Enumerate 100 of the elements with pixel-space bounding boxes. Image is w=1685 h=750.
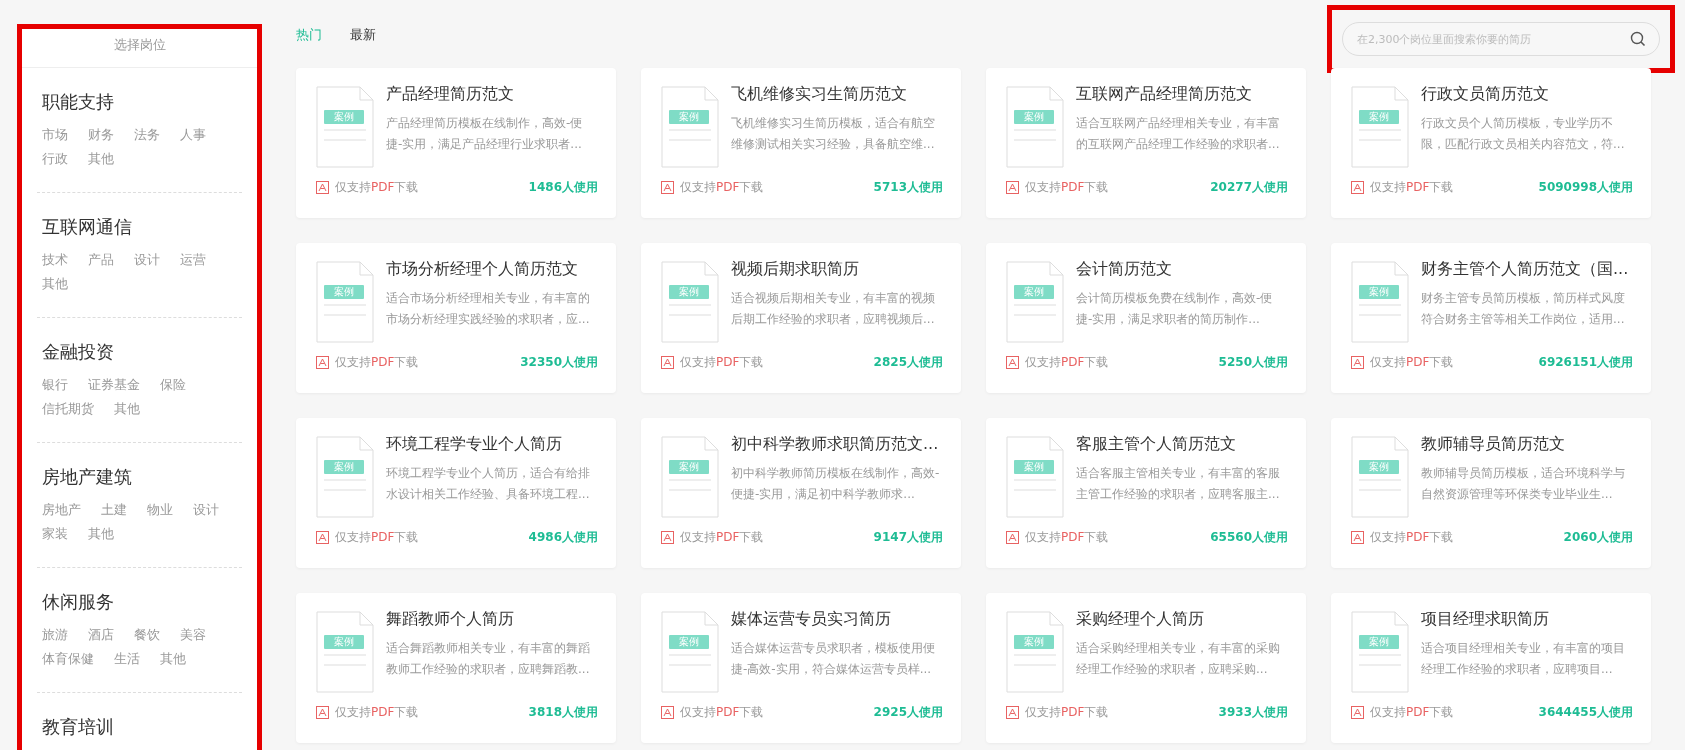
usage-count: 2060人使用 xyxy=(1563,529,1633,546)
download-note: 仅支持PDF下载 xyxy=(1025,704,1109,721)
resume-card[interactable]: 案例 舞蹈教师个人简历 适合舞蹈教师相关专业，有丰富的舞蹈教师工作经验的求职者，应聘舞蹈教... 仅支持PDF下载 3818人使用 xyxy=(296,593,616,743)
category-heading[interactable]: 休闲服务 xyxy=(42,590,242,614)
usage-count: 6926151人使用 xyxy=(1538,354,1633,371)
document-thumbnail: 案例 xyxy=(316,436,374,518)
download-note: 仅支持PDF下载 xyxy=(1025,354,1109,371)
usage-count: 3644455人使用 xyxy=(1538,704,1633,721)
card-title[interactable]: 采购经理个人简历 xyxy=(1076,609,1286,630)
resume-card[interactable]: 案例 行政文员简历范文 行政文员个人简历模板，专业学历不限，匹配行政文员相关内容范文，符... 仅支持PDF下载 5090998人使用 xyxy=(1331,68,1651,218)
card-description: 适合客服主管相关专业，有丰富的客服主管工作经验的求职者，应聘客服主... xyxy=(1076,465,1281,503)
download-note: 仅支持PDF下载 xyxy=(1370,529,1454,546)
resume-card[interactable]: 案例 客服主管个人简历范文 适合客服主管相关专业，有丰富的客服主管工作经验的求职者，应聘客服主... 仅支持PDF下载 65560人使用 xyxy=(986,418,1306,568)
document-thumbnail: 案例 xyxy=(1351,611,1409,693)
download-note: 仅支持PDF下载 xyxy=(1025,529,1109,546)
usage-count: 20277人使用 xyxy=(1210,179,1288,196)
card-title[interactable]: 财务主管个人简历范文（国... xyxy=(1421,259,1631,280)
usage-count: 5713人使用 xyxy=(873,179,943,196)
pdf-icon xyxy=(316,706,329,719)
document-thumbnail: 案例 xyxy=(661,86,719,168)
usage-count: 5090998人使用 xyxy=(1538,179,1633,196)
document-thumbnail: 案例 xyxy=(1006,611,1064,693)
document-thumbnail: 案例 xyxy=(661,261,719,343)
download-note: 仅支持PDF下载 xyxy=(1370,354,1454,371)
card-title[interactable]: 项目经理求职简历 xyxy=(1421,609,1631,630)
download-note: 仅支持PDF下载 xyxy=(1370,179,1454,196)
card-title[interactable]: 行政文员简历范文 xyxy=(1421,84,1631,105)
document-thumbnail: 案例 xyxy=(661,436,719,518)
usage-count: 3933人使用 xyxy=(1218,704,1288,721)
document-thumbnail: 案例 xyxy=(661,611,719,693)
card-title[interactable]: 市场分析经理个人简历范文 xyxy=(386,259,596,280)
download-note: 仅支持PDF下载 xyxy=(335,354,419,371)
pdf-icon xyxy=(661,181,674,194)
pdf-icon xyxy=(661,706,674,719)
document-thumbnail: 案例 xyxy=(1006,436,1064,518)
card-title[interactable]: 产品经理简历范文 xyxy=(386,84,596,105)
usage-count: 2925人使用 xyxy=(873,704,943,721)
card-description: 行政文员个人简历模板，专业学历不限，匹配行政文员相关内容范文，符... xyxy=(1421,115,1626,153)
usage-count: 4986人使用 xyxy=(528,529,598,546)
card-title[interactable]: 教师辅导员简历范文 xyxy=(1421,434,1631,455)
usage-count: 2825人使用 xyxy=(873,354,943,371)
card-description: 初中科学教师简历模板在线制作，高效-便捷-实用，满足初中科学教师求... xyxy=(731,465,941,503)
resume-card[interactable]: 案例 飞机维修实习生简历范文 飞机维修实习生简历模板，适合有航空维修测试相关实习经验，具备航空维... 仅支持PDF下载 5713人使用 xyxy=(641,68,961,218)
card-title[interactable]: 飞机维修实习生简历范文 xyxy=(731,84,941,105)
download-note: 仅支持PDF下载 xyxy=(1025,179,1109,196)
card-description: 适合视频后期相关专业，有丰富的视频后期工作经验的求职者，应聘视频后... xyxy=(731,290,936,328)
category-heading[interactable]: 职能支持 xyxy=(42,90,242,114)
card-title[interactable]: 客服主管个人简历范文 xyxy=(1076,434,1286,455)
pdf-icon xyxy=(1351,531,1364,544)
resume-card[interactable]: 案例 视频后期求职简历 适合视频后期相关专业，有丰富的视频后期工作经验的求职者，应聘视频后... 仅支持PDF下载 2825人使用 xyxy=(641,243,961,393)
document-thumbnail: 案例 xyxy=(1351,261,1409,343)
download-note: 仅支持PDF下载 xyxy=(335,179,419,196)
resume-card[interactable]: 案例 媒体运营专员实习简历 适合媒体运营专员求职者，模板使用便捷-高效-实用，符合媒体运营专员样... 仅支持PDF下载 2925人使用 xyxy=(641,593,961,743)
category-heading[interactable]: 房地产建筑 xyxy=(42,465,242,489)
resume-card[interactable]: 案例 财务主管个人简历范文（国... 财务主管专员简历模板，简历样式风度符合财务主管等相关工作岗位，适用... 仅支持PDF下载 6926151人使用 xyxy=(1331,243,1651,393)
resume-card[interactable]: 案例 互联网产品经理简历范文 适合互联网产品经理相关专业，有丰富的互联网产品经理工作经验的求职者... 仅支持PDF下载 20277人使用 xyxy=(986,68,1306,218)
pdf-icon xyxy=(316,181,329,194)
card-description: 适合互联网产品经理相关专业，有丰富的互联网产品经理工作经验的求职者... xyxy=(1076,115,1281,153)
pdf-icon xyxy=(661,356,674,369)
download-note: 仅支持PDF下载 xyxy=(680,179,764,196)
card-title[interactable]: 互联网产品经理简历范文 xyxy=(1076,84,1286,105)
card-description: 产品经理简历模板在线制作，高效-便捷-实用，满足产品经理行业求职者... xyxy=(386,115,584,153)
card-title[interactable]: 环境工程学专业个人简历 xyxy=(386,434,596,455)
resume-card[interactable]: 案例 市场分析经理个人简历范文 适合市场分析经理相关专业，有丰富的市场分析经理实践经验的求职者，应... 仅支持PDF下载 32350人使用 xyxy=(296,243,616,393)
category-heading[interactable]: 互联网通信 xyxy=(42,215,242,239)
card-description: 教师辅导员简历模板，适合环境科学与自然资源管理等环保类专业毕业生... xyxy=(1421,465,1626,503)
resume-card[interactable]: 案例 采购经理个人简历 适合采购经理相关专业，有丰富的采购经理工作经验的求职者，应聘采购... 仅支持PDF下载 3933人使用 xyxy=(986,593,1306,743)
pdf-icon xyxy=(1006,356,1019,369)
pdf-icon xyxy=(1006,531,1019,544)
pdf-icon xyxy=(1006,706,1019,719)
download-note: 仅支持PDF下载 xyxy=(335,704,419,721)
card-description: 环境工程学专业个人简历，适合有给排水设计相关工作经验、具备环境工程... xyxy=(386,465,591,503)
card-title[interactable]: 媒体运营专员实习简历 xyxy=(731,609,941,630)
resume-card[interactable]: 案例 会计简历范文 会计简历模板免费在线制作，高效-便捷-实用，满足求职者的简历制作... 仅支持PDF下载 5250人使用 xyxy=(986,243,1306,393)
search-icon[interactable] xyxy=(1630,31,1646,47)
pdf-icon xyxy=(1351,356,1364,369)
card-description: 适合项目经理相关专业，有丰富的项目经理工作经验的求职者，应聘项目... xyxy=(1421,640,1626,678)
category-heading[interactable]: 教育培训 xyxy=(42,715,242,739)
download-note: 仅支持PDF下载 xyxy=(1370,704,1454,721)
usage-count: 32350人使用 xyxy=(520,354,598,371)
resume-card[interactable]: 案例 产品经理简历范文 产品经理简历模板在线制作，高效-便捷-实用，满足产品经理行业求职者... 仅支持PDF下载 1486人使用 xyxy=(296,68,616,218)
resume-card[interactable]: 案例 环境工程学专业个人简历 环境工程学专业个人简历，适合有给排水设计相关工作经验、具备环境工程... 仅支持PDF下载 4986人使用 xyxy=(296,418,616,568)
usage-count: 1486人使用 xyxy=(528,179,598,196)
pdf-icon xyxy=(316,356,329,369)
card-title[interactable]: 初中科学教师求职简历范文... xyxy=(731,434,941,455)
category-heading[interactable]: 金融投资 xyxy=(42,340,242,364)
resume-card[interactable]: 案例 教师辅导员简历范文 教师辅导员简历模板，适合环境科学与自然资源管理等环保类专业毕业生... 仅支持PDF下载 2060人使用 xyxy=(1331,418,1651,568)
card-title[interactable]: 视频后期求职简历 xyxy=(731,259,941,280)
tab[interactable]: 最新 xyxy=(350,26,376,44)
pdf-icon xyxy=(316,531,329,544)
pdf-icon xyxy=(1351,181,1364,194)
resume-card[interactable]: 案例 初中科学教师求职简历范文... 初中科学教师简历模板在线制作，高效-便捷-实用，满足初中科学教师求... 仅支持PDF下载 9147人使用 xyxy=(641,418,961,568)
card-description: 会计简历模板免费在线制作，高效-便捷-实用，满足求职者的简历制作... xyxy=(1076,290,1274,328)
document-thumbnail: 案例 xyxy=(316,611,374,693)
pdf-icon xyxy=(1006,181,1019,194)
resume-card[interactable]: 案例 项目经理求职简历 适合项目经理相关专业，有丰富的项目经理工作经验的求职者，应聘项目... 仅支持PDF下载 3644455人使用 xyxy=(1331,593,1651,743)
download-note: 仅支持PDF下载 xyxy=(680,354,764,371)
pdf-icon xyxy=(661,531,674,544)
card-title[interactable]: 会计简历范文 xyxy=(1076,259,1286,280)
card-title[interactable]: 舞蹈教师个人简历 xyxy=(386,609,596,630)
